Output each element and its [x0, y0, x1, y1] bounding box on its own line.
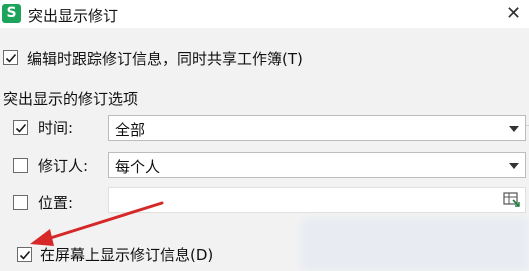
dialog-titlebar: S 突出显示修订 ✕ — [0, 0, 529, 28]
when-dropdown[interactable]: 全部 — [108, 115, 526, 141]
when-dropdown-value: 全部 — [115, 121, 146, 139]
track-changes-checkbox[interactable] — [3, 50, 18, 65]
who-label: 修订人: — [38, 157, 89, 175]
chevron-down-icon — [509, 126, 519, 132]
where-checkbox[interactable] — [13, 195, 28, 210]
onscreen-checkbox[interactable] — [17, 247, 32, 262]
where-label: 位置: — [38, 194, 74, 212]
app-icon: S — [2, 4, 21, 23]
who-checkbox[interactable] — [13, 158, 28, 173]
who-dropdown[interactable]: 每个人 — [108, 152, 526, 178]
group-title: 突出显示的修订选项 — [3, 90, 139, 108]
close-icon[interactable]: ✕ — [498, 0, 529, 28]
chevron-down-icon — [509, 163, 519, 169]
who-dropdown-value: 每个人 — [115, 158, 161, 176]
when-label: 时间: — [38, 119, 74, 137]
track-changes-label: 编辑时跟踪修订信息，同时共享工作簿(T) — [27, 50, 303, 68]
when-checkbox[interactable] — [13, 120, 28, 135]
onscreen-label: 在屏幕上显示修订信息(D) — [40, 246, 214, 264]
dialog-title: 突出显示修订 — [28, 7, 119, 25]
where-input[interactable] — [108, 187, 526, 213]
range-picker-icon[interactable] — [503, 192, 521, 212]
watermark-blur — [300, 218, 529, 271]
dialog-body: 编辑时跟踪修订信息，同时共享工作簿(T) 突出显示的修订选项 时间: 全部 修订… — [0, 28, 529, 271]
